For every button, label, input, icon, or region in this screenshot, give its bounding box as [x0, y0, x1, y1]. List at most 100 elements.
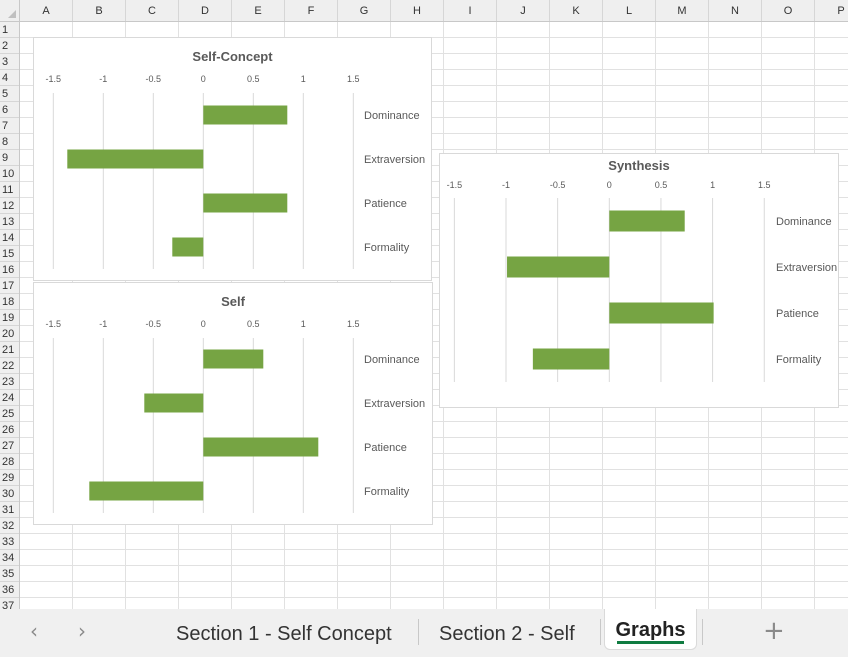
row-header-22[interactable]: 22 — [0, 358, 19, 374]
row-header-3[interactable]: 3 — [0, 54, 19, 70]
row-header-10[interactable]: 10 — [0, 166, 19, 182]
row-header-4[interactable]: 4 — [0, 70, 19, 86]
bar-dominance[interactable] — [609, 210, 685, 232]
row-header-30[interactable]: 30 — [0, 486, 19, 502]
row-header-23[interactable]: 23 — [0, 374, 19, 390]
row-header-17[interactable]: 17 — [0, 278, 19, 294]
chart-plot: -1.5 -1 -0.5 0 0.5 1 1.5 Dominance Extraversion P… — [46, 319, 425, 513]
chart-synthesis[interactable]: Synthesis -1.5 -1 -0.5 0 0.5 1 1.5 Dominance Ext… — [439, 153, 839, 408]
bar-extraversion[interactable] — [507, 256, 610, 278]
column-header-g[interactable]: G — [338, 0, 391, 21]
row-header-24[interactable]: 24 — [0, 390, 19, 406]
column-header-p[interactable]: P — [815, 0, 848, 21]
x-tick-label: 1.5 — [347, 74, 360, 84]
row-header-5[interactable]: 5 — [0, 86, 19, 102]
column-header-h[interactable]: H — [391, 0, 444, 21]
row-header-32[interactable]: 32 — [0, 518, 19, 534]
row-header-34[interactable]: 34 — [0, 550, 19, 566]
x-tick-label: -1.5 — [447, 180, 463, 190]
tab-divider — [702, 619, 703, 645]
bar-patience[interactable] — [203, 193, 288, 213]
row-header-15[interactable]: 15 — [0, 246, 19, 262]
row-header-21[interactable]: 21 — [0, 342, 19, 358]
bar-extraversion[interactable] — [67, 149, 204, 169]
column-header-bar: ABCDEFGHIJKLMNOP — [0, 0, 848, 22]
tab-divider — [600, 619, 601, 645]
chart-self[interactable]: Self -1.5 -1 -0.5 0 0.5 1 1.5 Dominance Extraver… — [33, 282, 433, 525]
row-header-31[interactable]: 31 — [0, 502, 19, 518]
bar-formality[interactable] — [172, 237, 204, 257]
row-header-33[interactable]: 33 — [0, 534, 19, 550]
tab-label: Graphs — [615, 619, 686, 641]
bar-dominance[interactable] — [203, 105, 288, 125]
category-label-patience: Patience — [364, 198, 407, 210]
x-tick-label: 0.5 — [247, 319, 260, 329]
column-header-f[interactable]: F — [285, 0, 338, 21]
category-label-dominance: Dominance — [364, 354, 420, 366]
x-tick-label: -0.5 — [550, 180, 566, 190]
x-tick-label: -0.5 — [146, 74, 162, 84]
sheet-tab-graphs[interactable]: Graphs — [604, 609, 697, 650]
column-header-i[interactable]: I — [444, 0, 497, 21]
sheet-tab-section-1[interactable]: Section 1 - Self Concept — [176, 609, 392, 657]
column-header-d[interactable]: D — [179, 0, 232, 21]
column-header-o[interactable]: O — [762, 0, 815, 21]
column-header-c[interactable]: C — [126, 0, 179, 21]
category-label-formality: Formality — [364, 486, 410, 498]
row-header-19[interactable]: 19 — [0, 310, 19, 326]
add-sheet-icon[interactable]: + — [763, 616, 785, 646]
bar-formality[interactable] — [89, 481, 204, 501]
column-header-k[interactable]: K — [550, 0, 603, 21]
row-header-13[interactable]: 13 — [0, 214, 19, 230]
x-tick-label: 1.5 — [347, 319, 360, 329]
column-header-j[interactable]: J — [497, 0, 550, 21]
row-header-25[interactable]: 25 — [0, 406, 19, 422]
row-header-2[interactable]: 2 — [0, 38, 19, 54]
category-label-dominance: Dominance — [364, 110, 420, 122]
bar-patience[interactable] — [609, 302, 714, 324]
column-header-m[interactable]: M — [656, 0, 709, 21]
row-header-20[interactable]: 20 — [0, 326, 19, 342]
category-label-extraversion: Extraversion — [364, 154, 425, 166]
bar-dominance[interactable] — [203, 349, 264, 369]
bar-extraversion[interactable] — [144, 393, 204, 413]
column-header-e[interactable]: E — [232, 0, 285, 21]
category-label-extraversion: Extraversion — [364, 398, 425, 410]
select-all-button[interactable] — [0, 0, 20, 21]
scroll-tabs-right-icon[interactable]: › — [78, 619, 86, 643]
x-tick-label: -1.5 — [46, 74, 62, 84]
column-header-b[interactable]: B — [73, 0, 126, 21]
scroll-tabs-left-icon[interactable]: ‹ — [30, 619, 38, 643]
row-header-11[interactable]: 11 — [0, 182, 19, 198]
row-header-28[interactable]: 28 — [0, 454, 19, 470]
chart-self-concept[interactable]: Self-Concept -1.5 -1 -0.5 0 0.5 1 1.5 Dominance… — [33, 37, 432, 281]
column-header-l[interactable]: L — [603, 0, 656, 21]
row-header-12[interactable]: 12 — [0, 198, 19, 214]
row-header-36[interactable]: 36 — [0, 582, 19, 598]
x-tick-label: 0.5 — [655, 180, 668, 190]
bar-formality[interactable] — [532, 348, 610, 370]
column-header-n[interactable]: N — [709, 0, 762, 21]
row-header-26[interactable]: 26 — [0, 422, 19, 438]
x-tick-label: -1.5 — [46, 319, 62, 329]
row-header-35[interactable]: 35 — [0, 566, 19, 582]
row-header-6[interactable]: 6 — [0, 102, 19, 118]
category-label-patience: Patience — [776, 308, 819, 320]
row-header-29[interactable]: 29 — [0, 470, 19, 486]
row-header-1[interactable]: 1 — [0, 22, 19, 38]
x-tick-label: -1 — [502, 180, 510, 190]
column-header-a[interactable]: A — [20, 0, 73, 21]
category-label-extraversion: Extraversion — [776, 262, 837, 274]
sheet-tab-section-2[interactable]: Section 2 - Self — [439, 609, 575, 657]
row-header-8[interactable]: 8 — [0, 134, 19, 150]
row-header-9[interactable]: 9 — [0, 150, 19, 166]
bar-patience[interactable] — [203, 437, 319, 457]
row-header-18[interactable]: 18 — [0, 294, 19, 310]
worksheet[interactable]: ABCDEFGHIJKLMNOP 1 2 3 4 5 6 7 8 9 10 11 12 13 14 15 16… — [0, 0, 848, 609]
x-tick-label: 0 — [201, 319, 206, 329]
row-header-27[interactable]: 27 — [0, 438, 19, 454]
row-header-7[interactable]: 7 — [0, 118, 19, 134]
row-header-16[interactable]: 16 — [0, 262, 19, 278]
row-header-14[interactable]: 14 — [0, 230, 19, 246]
row-header-37[interactable]: 37 — [0, 598, 19, 609]
